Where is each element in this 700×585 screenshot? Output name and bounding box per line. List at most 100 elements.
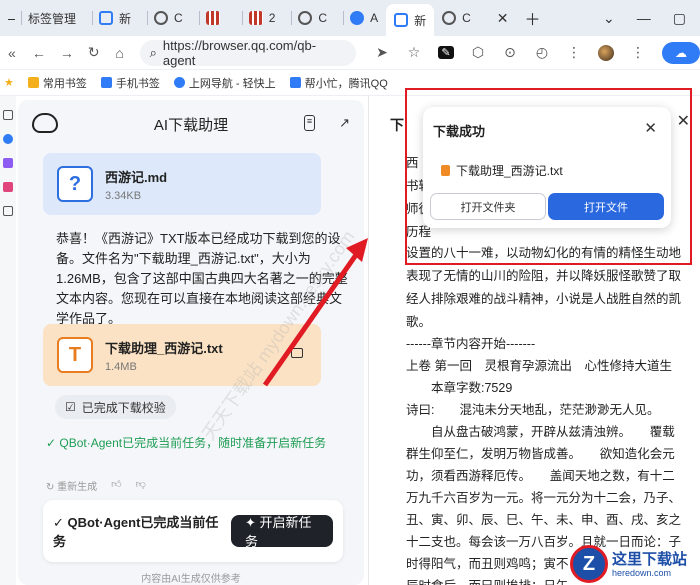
home-icon bbox=[394, 13, 409, 27]
plus-icon: ＋ bbox=[524, 12, 541, 29]
tab-label: 2 bbox=[268, 11, 276, 25]
tab-manager-icon: ⎯ bbox=[8, 9, 15, 26]
toast-title: 下载成功 bbox=[433, 124, 486, 139]
tab-label: 新 bbox=[414, 13, 427, 28]
file-name: 下载助理_西游记.txt bbox=[105, 340, 223, 356]
txt-file-icon: T bbox=[57, 337, 93, 373]
tab-8[interactable]: C bbox=[434, 4, 479, 32]
document-line: 表现了无情的山川的险阻，并以降妖服怪歌赞了取 bbox=[406, 269, 682, 283]
tab-7-active[interactable]: 新 bbox=[386, 4, 435, 36]
puzzle-icon[interactable]: ⬡ bbox=[470, 44, 486, 61]
ai-download-assistant-panel: AI下载助理 ≡ ↗ ? 西游记.md 3.34KB 恭喜！《西游记》TXT版本… bbox=[18, 100, 364, 585]
tab-label: 标签管理 bbox=[28, 11, 77, 26]
message-actions: ↻ 重新生成 👍︎ 👎︎ bbox=[46, 478, 146, 493]
url-text: https://browser.qq.com/qb-agent bbox=[162, 37, 317, 68]
tab-6[interactable]: A bbox=[335, 4, 386, 32]
file-card-md[interactable]: ? 西游记.md 3.34KB bbox=[43, 153, 321, 215]
tab-separator bbox=[291, 11, 293, 25]
agent-icon bbox=[350, 11, 365, 25]
open-file-button[interactable]: 打开文件 bbox=[548, 193, 664, 220]
bookmark-label: 上网导航 - 轻快上 bbox=[188, 77, 276, 90]
tab-label: 新 bbox=[119, 11, 132, 26]
bookmark-navigation[interactable]: 上网导航 - 轻快上 bbox=[173, 75, 276, 91]
star-icon: ★ bbox=[4, 77, 14, 89]
star-icon[interactable]: ☆ bbox=[406, 44, 422, 61]
site-logo-name: 这里下载站 bbox=[612, 550, 688, 568]
open-folder-icon[interactable] bbox=[291, 348, 303, 358]
tab-separator bbox=[241, 11, 243, 25]
bookmark-favorites[interactable]: 常用书签 bbox=[27, 75, 87, 91]
tab-separator bbox=[343, 11, 345, 25]
reload-icon[interactable]: ↻ bbox=[88, 44, 100, 61]
collapse-icon[interactable]: ⌄ bbox=[603, 10, 615, 27]
regenerate-button[interactable]: ↻ 重新生成 bbox=[46, 478, 97, 493]
thumbs-up-icon[interactable]: 👍︎ bbox=[111, 478, 121, 493]
bookmark-label: 手机书签 bbox=[115, 77, 160, 90]
site-logo-url: heredown.com bbox=[612, 567, 672, 578]
cloud-icon bbox=[154, 11, 169, 25]
tab-label: C bbox=[318, 11, 328, 25]
file-card-info: 西游记.md 3.34KB bbox=[105, 167, 167, 202]
tab-5[interactable]: C bbox=[283, 4, 335, 32]
toolbar-right: ➤ ☆ ✎ ⬡ ⊙ ◴ ⋮ ⋮ ☁ bbox=[374, 41, 700, 64]
tab-separator bbox=[198, 11, 200, 25]
tab-1[interactable]: 新 bbox=[84, 4, 139, 32]
document-line: 自从盘古破鸿蒙，开辟从兹清浊辨。 覆载 bbox=[406, 425, 675, 439]
cloud-icon bbox=[298, 11, 313, 25]
back-icon[interactable]: ← bbox=[32, 45, 46, 61]
download-success-toast: 下载成功 ✕ 下载助理_西游记.txt 打开文件夹 打开文件 bbox=[423, 107, 671, 228]
ai-disclaimer: 内容由AI生成仅供参考 bbox=[141, 574, 241, 585]
download-icon[interactable]: ⊙ bbox=[502, 44, 518, 61]
document-line: 本章字数:7529 bbox=[406, 381, 513, 395]
document-line: 万九千六百岁为一元。将一元分为十二会，乃子、 bbox=[406, 491, 682, 505]
tab-2[interactable]: C bbox=[139, 4, 191, 32]
more-icon[interactable]: ⋮ bbox=[630, 44, 646, 61]
tab-separator bbox=[147, 11, 149, 25]
open-external-icon[interactable]: ↗ bbox=[339, 115, 350, 131]
add-panel-icon[interactable] bbox=[3, 206, 13, 216]
swap-icon[interactable] bbox=[3, 110, 13, 120]
bookmark-qq[interactable]: 帮小忙，腾讯QQ bbox=[289, 75, 388, 91]
cloud-icon: ☁ bbox=[675, 45, 687, 60]
history-icon[interactable]: ◴ bbox=[534, 44, 550, 61]
translate-icon[interactable] bbox=[3, 158, 13, 168]
close-icon[interactable]: ✕ bbox=[677, 111, 690, 131]
share-icon[interactable]: ➤ bbox=[374, 44, 390, 61]
toast-close-icon[interactable]: ✕ bbox=[644, 119, 657, 137]
maximize-icon[interactable]: ▢ bbox=[673, 10, 686, 27]
close-icon: ✕ bbox=[496, 9, 509, 26]
home-icon[interactable]: ⌂ bbox=[114, 45, 126, 61]
panel-header: AI下载助理 ≡ ↗ bbox=[18, 100, 364, 146]
txt-file-icon bbox=[441, 165, 450, 176]
task-complete-card: ✓ QBot·Agent已完成当前任务 ✦ 开启新任务 bbox=[43, 500, 343, 562]
cloud-icon bbox=[442, 11, 457, 25]
new-tab-button[interactable]: ＋ bbox=[517, 4, 549, 32]
history-record-icon[interactable]: ≡ bbox=[303, 115, 316, 131]
tab-3[interactable] bbox=[191, 4, 234, 32]
extension-black-icon[interactable]: ✎ bbox=[438, 46, 454, 59]
sidebar-toggle-icon[interactable]: « bbox=[6, 45, 18, 61]
window-controls: ⌄ — ▢ bbox=[603, 10, 700, 27]
bookmark-label: 帮小忙，腾讯QQ bbox=[304, 77, 388, 90]
panel-divider[interactable] bbox=[368, 96, 369, 585]
minimize-icon[interactable]: — bbox=[637, 10, 651, 27]
avatar[interactable] bbox=[598, 44, 614, 61]
tab-close-button[interactable]: ✕ bbox=[489, 4, 517, 32]
file-size: 1.4MB bbox=[105, 360, 137, 373]
thumbs-down-icon[interactable]: 👎︎ bbox=[136, 478, 146, 493]
document-line: ------章节内容开始------- bbox=[406, 337, 536, 351]
open-folder-button[interactable]: 打开文件夹 bbox=[430, 193, 546, 220]
qbot-icon[interactable] bbox=[3, 134, 13, 144]
tab-separator bbox=[92, 11, 94, 25]
pdf-icon[interactable] bbox=[3, 182, 13, 192]
bookmark-mobile[interactable]: 手机书签 bbox=[100, 75, 160, 91]
cloud-toggle-button[interactable]: ☁ bbox=[662, 41, 700, 64]
menu-icon[interactable]: ⋮ bbox=[566, 44, 582, 61]
tab-manager[interactable]: ⎯ 标签管理 bbox=[0, 4, 84, 32]
forward-icon[interactable]: → bbox=[60, 45, 74, 61]
address-bar[interactable]: ⌕ https://browser.qq.com/qb-agent bbox=[139, 37, 356, 68]
grid-icon bbox=[248, 11, 263, 25]
document-title: 下 bbox=[390, 117, 404, 133]
tab-4[interactable]: 2 bbox=[234, 4, 284, 32]
new-task-button[interactable]: ✦ 开启新任务 bbox=[231, 515, 333, 549]
